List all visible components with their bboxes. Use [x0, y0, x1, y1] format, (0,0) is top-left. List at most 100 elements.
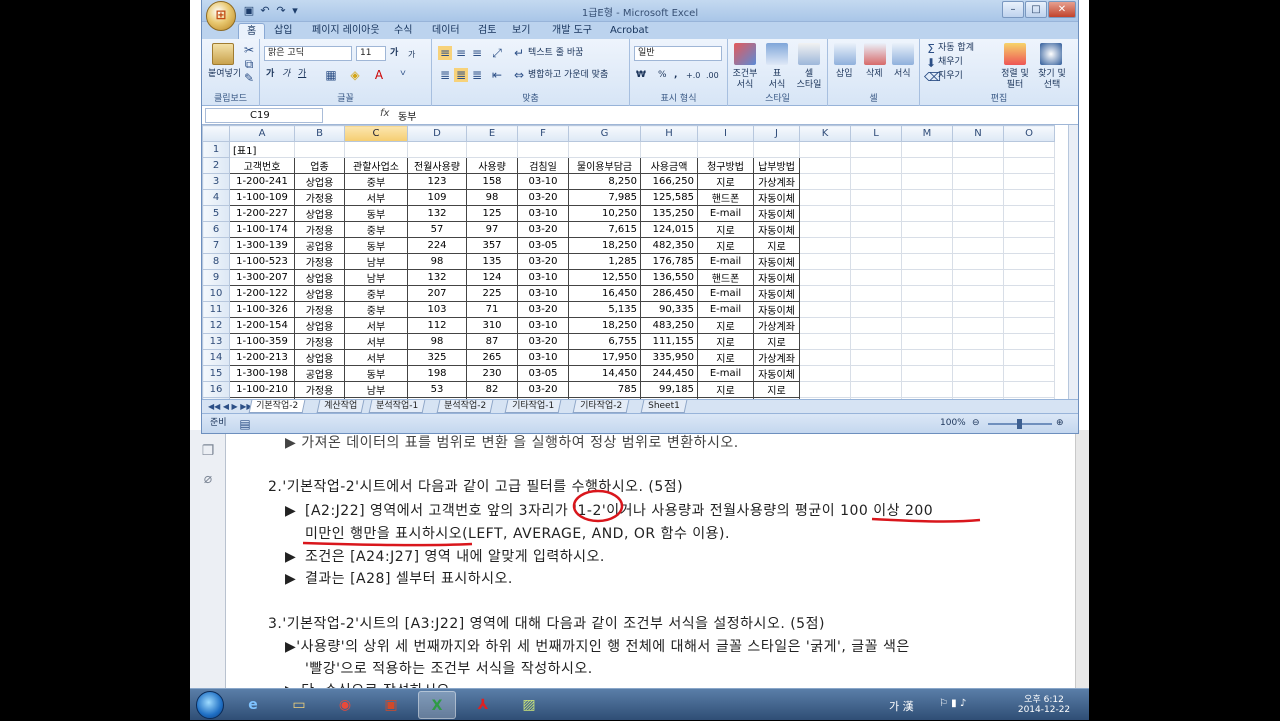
cell[interactable]: 335,950 — [640, 349, 698, 366]
clock-time[interactable]: 오후 6:12 — [1009, 692, 1079, 705]
cell[interactable]: 가상계좌 — [753, 173, 800, 190]
cell[interactable] — [952, 301, 1004, 318]
cell[interactable]: 03-10 — [517, 173, 569, 190]
column-header[interactable]: N — [952, 125, 1004, 142]
app2-icon[interactable]: ▨ — [510, 691, 548, 719]
cell[interactable] — [799, 333, 851, 350]
cell[interactable]: 135 — [466, 253, 518, 270]
cell[interactable]: 1-200-154 — [229, 317, 295, 334]
cell[interactable]: 자동이체 — [753, 221, 800, 238]
cell[interactable]: E-mail — [697, 365, 754, 382]
cell[interactable]: 12,550 — [568, 269, 641, 286]
cell[interactable]: 99,185 — [640, 381, 698, 398]
cell[interactable] — [850, 333, 902, 350]
merge-center-button[interactable]: 병합하고 가운데 맞춤 — [528, 70, 608, 81]
tab-page-layout[interactable]: 페이지 레이아웃 — [304, 23, 388, 39]
cell[interactable]: 가상계좌 — [753, 349, 800, 366]
cell[interactable]: 03-20 — [517, 253, 569, 270]
cell[interactable]: E-mail — [697, 301, 754, 318]
minimize-button[interactable]: – — [1002, 1, 1024, 18]
zoom-slider-thumb[interactable] — [1017, 419, 1022, 429]
cell[interactable]: 1-100-174 — [229, 221, 295, 238]
cell[interactable] — [799, 269, 851, 286]
autosum-button[interactable]: 자동 합계 — [938, 43, 974, 54]
cut-icon[interactable]: ✂ — [242, 43, 256, 57]
align-center-icon[interactable]: ≣ — [454, 68, 468, 82]
cell[interactable] — [901, 205, 953, 222]
cell[interactable]: 03-20 — [517, 333, 569, 350]
cell[interactable] — [1003, 141, 1055, 158]
cell[interactable] — [952, 237, 1004, 254]
row-header[interactable]: 13 — [202, 333, 230, 350]
cell[interactable]: 가정용 — [294, 253, 345, 270]
cell[interactable]: 176,785 — [640, 253, 698, 270]
column-header[interactable]: D — [407, 125, 467, 142]
cell-style-button[interactable]: 셀 스타일 — [792, 69, 826, 91]
cell[interactable]: 7,985 — [568, 189, 641, 206]
cell[interactable]: E-mail — [697, 285, 754, 302]
row-header[interactable]: 8 — [202, 253, 230, 270]
row-header[interactable]: 6 — [202, 221, 230, 238]
align-left-icon[interactable]: ≣ — [438, 68, 452, 82]
tray-icons[interactable]: ⚐ ▮ ♪ — [939, 698, 966, 709]
cell[interactable] — [753, 141, 800, 158]
vertical-scrollbar[interactable] — [1068, 125, 1078, 399]
cell[interactable]: 1-200-227 — [229, 205, 295, 222]
cell[interactable] — [901, 237, 953, 254]
row-header[interactable]: 1 — [202, 141, 230, 158]
underline-button[interactable]: 가 — [298, 69, 306, 80]
grow-font-button[interactable]: 가 — [390, 48, 398, 59]
cell[interactable] — [952, 381, 1004, 398]
cell[interactable] — [850, 285, 902, 302]
italic-button[interactable]: 가 — [282, 69, 290, 80]
cell[interactable]: 자동이체 — [753, 285, 800, 302]
zoom-in-icon[interactable]: ⊕ — [1056, 418, 1064, 429]
paste-button[interactable]: 붙여넣기 — [208, 69, 241, 80]
cell[interactable]: 서부 — [344, 349, 408, 366]
cell[interactable]: 지로 — [753, 333, 800, 350]
cell[interactable] — [1003, 269, 1055, 286]
cell[interactable]: 03-10 — [517, 269, 569, 286]
cell[interactable]: [표1] — [229, 141, 295, 158]
wrap-text-icon[interactable]: ↵ — [512, 46, 526, 60]
cell[interactable]: 1-200-122 — [229, 285, 295, 302]
cell[interactable] — [901, 141, 953, 158]
clock-date[interactable]: 2014-12-22 — [1009, 705, 1079, 715]
conditional-format-icon[interactable] — [734, 43, 756, 65]
cell[interactable] — [799, 237, 851, 254]
row-header[interactable]: 5 — [202, 205, 230, 222]
cell[interactable] — [952, 285, 1004, 302]
cell[interactable]: 97 — [466, 221, 518, 238]
app-icon[interactable]: ▣ — [372, 691, 410, 719]
tab-home[interactable]: 홈 — [238, 23, 266, 39]
shrink-font-button[interactable]: 가 — [408, 49, 415, 60]
cell[interactable]: 482,350 — [640, 237, 698, 254]
column-header[interactable]: A — [229, 125, 295, 142]
cell[interactable]: 검침일 — [517, 157, 569, 174]
column-header[interactable]: J — [753, 125, 800, 142]
table-format-button[interactable]: 표 서식 — [764, 69, 790, 91]
cell[interactable] — [799, 301, 851, 318]
maximize-button[interactable]: □ — [1025, 1, 1047, 18]
sheet-tab[interactable]: 기타작업-1 — [504, 400, 562, 413]
cell[interactable]: 03-10 — [517, 205, 569, 222]
cell[interactable]: 상업용 — [294, 349, 345, 366]
cell[interactable] — [799, 253, 851, 270]
align-right-icon[interactable]: ≣ — [470, 68, 484, 82]
cell[interactable]: 98 — [466, 189, 518, 206]
row-header[interactable]: 16 — [202, 381, 230, 398]
cell[interactable]: 1-100-210 — [229, 381, 295, 398]
cell[interactable]: 고객번호 — [229, 157, 295, 174]
row-header[interactable]: 14 — [202, 349, 230, 366]
cell[interactable]: 03-10 — [517, 349, 569, 366]
cell[interactable] — [952, 141, 1004, 158]
cell[interactable]: 109 — [407, 189, 467, 206]
cell[interactable]: 남부 — [344, 253, 408, 270]
cell[interactable]: 지로 — [753, 237, 800, 254]
cell[interactable]: 1-300-139 — [229, 237, 295, 254]
delete-cells-icon[interactable] — [864, 43, 886, 65]
cell[interactable]: 지로 — [753, 381, 800, 398]
column-header[interactable]: O — [1003, 125, 1055, 142]
cell[interactable]: 1-100-523 — [229, 253, 295, 270]
fill-icon[interactable]: ⬇ — [924, 56, 938, 70]
